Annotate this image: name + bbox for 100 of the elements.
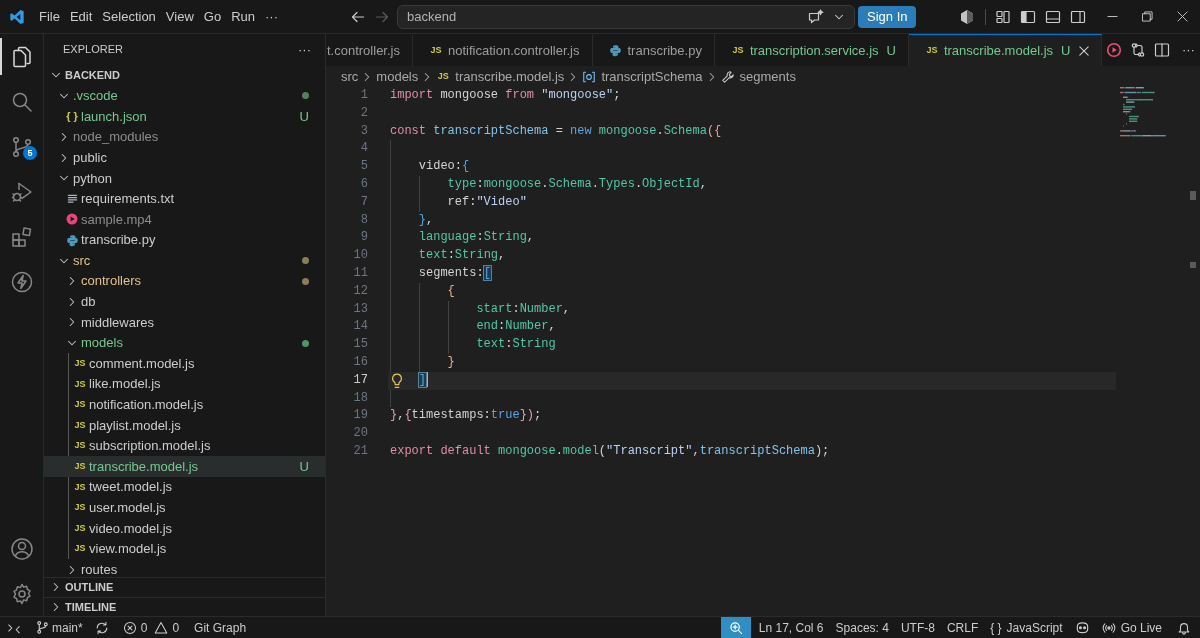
breadcrumb-item[interactable]: models bbox=[376, 66, 419, 87]
git-status-letter: U bbox=[886, 41, 896, 60]
menu-item[interactable]: Edit bbox=[64, 5, 98, 28]
editor-tab[interactable]: JS transcribe.model.js U bbox=[908, 34, 1103, 66]
tree-item[interactable]: video.model.js bbox=[89, 518, 173, 539]
git-status-letter: U bbox=[299, 107, 309, 126]
lightning-icon[interactable] bbox=[9, 269, 34, 294]
line-number: 3 bbox=[359, 122, 368, 140]
menu-item[interactable]: View bbox=[160, 5, 199, 28]
code-line: import mongoose from "mongoose"; bbox=[390, 88, 621, 102]
js-file-icon: JS bbox=[732, 46, 744, 55]
layout-icon[interactable] bbox=[994, 8, 1011, 25]
code-line: const transcriptSchema = new mongoose.Schema({ bbox=[390, 123, 722, 138]
menu-item[interactable]: File bbox=[34, 5, 65, 28]
branch-button[interactable]: main* bbox=[28, 617, 90, 638]
menu-item[interactable]: Go bbox=[198, 5, 227, 28]
close-icon[interactable] bbox=[1177, 11, 1188, 22]
line-number: 13 bbox=[352, 300, 368, 318]
panel-bottom-icon[interactable] bbox=[1044, 8, 1061, 25]
menu-item[interactable]: Run bbox=[226, 5, 260, 28]
code-line: text:String bbox=[476, 337, 556, 352]
lightbulb-icon[interactable] bbox=[391, 372, 403, 389]
sidebar-left-icon[interactable] bbox=[1019, 8, 1036, 25]
breadcrumb-item[interactable]: src bbox=[341, 66, 359, 87]
sync-icon[interactable] bbox=[94, 620, 109, 635]
editor-tab[interactable]: t.controller.js bbox=[326, 34, 413, 66]
line-number: 18 bbox=[352, 389, 368, 407]
restore-icon[interactable] bbox=[1142, 11, 1153, 22]
tree-item[interactable]: node_modules bbox=[73, 127, 159, 147]
chat-sparkle-icon[interactable] bbox=[808, 8, 824, 25]
tree-item[interactable]: public bbox=[73, 147, 107, 168]
line-number: 16 bbox=[352, 353, 368, 371]
breadcrumb-item[interactable]: JS transcribe.model.js bbox=[436, 66, 565, 87]
js-file-icon: JS bbox=[74, 359, 86, 369]
minimap-drawing bbox=[1120, 87, 1168, 138]
tree-item[interactable]: transcribe.model.js bbox=[89, 456, 199, 477]
text-cursor bbox=[426, 372, 428, 388]
tree-item[interactable]: routes bbox=[81, 559, 118, 577]
broadcast-icon bbox=[1101, 620, 1116, 635]
play-circle-icon[interactable] bbox=[1106, 42, 1123, 58]
tree-item[interactable]: controllers bbox=[81, 271, 141, 291]
tree-item[interactable]: view.model.js bbox=[89, 539, 167, 559]
code-line: { bbox=[447, 283, 455, 298]
menu-item[interactable]: ··· bbox=[260, 5, 283, 28]
menu-item[interactable]: Selection bbox=[97, 5, 161, 28]
bell-icon[interactable] bbox=[1177, 620, 1191, 635]
search-field[interactable]: backend bbox=[397, 4, 855, 29]
extensions-icon[interactable] bbox=[9, 224, 34, 249]
breadcrumb-item[interactable]: transcriptSchema bbox=[582, 66, 703, 87]
tree-item[interactable]: middlewares bbox=[81, 312, 154, 333]
line-number: 21 bbox=[352, 442, 368, 460]
tree-item[interactable]: transcribe.py bbox=[81, 230, 156, 250]
line-number: 6 bbox=[359, 176, 368, 193]
tree-item[interactable]: models bbox=[81, 333, 123, 353]
hexagon-icon[interactable] bbox=[959, 8, 975, 25]
go-live-button[interactable]: Go Live bbox=[1095, 617, 1168, 638]
git-compare-icon[interactable] bbox=[1130, 42, 1147, 58]
tree-item[interactable]: comment.model.js bbox=[89, 353, 195, 374]
line-number: 7 bbox=[359, 193, 368, 211]
tree-item[interactable]: like.model.js bbox=[89, 374, 161, 394]
tree-item[interactable]: requirements.txt bbox=[81, 189, 175, 209]
tree-item[interactable]: playlist.model.js bbox=[89, 415, 181, 436]
code-line: export default mongoose.model("Transcript",transcriptSchema); bbox=[390, 443, 830, 458]
line-number: 19 bbox=[352, 407, 368, 425]
more-actions-button[interactable]: ··· bbox=[1174, 40, 1200, 60]
js-file-icon: JS bbox=[74, 544, 86, 554]
status-bar-item[interactable]: Git Graph bbox=[188, 617, 253, 638]
js-file-icon: JS bbox=[74, 523, 86, 533]
tree-item[interactable]: src bbox=[73, 250, 91, 271]
problems-button[interactable]: 0 0 bbox=[113, 617, 189, 638]
breadcrumb-item[interactable]: segments bbox=[720, 66, 796, 87]
zoom-in-icon bbox=[728, 620, 743, 635]
language-mode-button[interactable]: { } JavaScript bbox=[984, 617, 1069, 638]
tree-item[interactable]: notification.model.js bbox=[89, 395, 204, 415]
tree-item[interactable]: launch.json bbox=[81, 106, 147, 127]
sign-in-button[interactable]: Sign In bbox=[858, 5, 917, 28]
sidebar-right-icon[interactable] bbox=[1069, 8, 1086, 25]
account-icon[interactable] bbox=[9, 536, 34, 561]
tree-item[interactable]: sample.mp4 bbox=[81, 209, 152, 230]
tree-item[interactable]: tweet.model.js bbox=[89, 477, 173, 497]
robot-face-icon[interactable] bbox=[1074, 620, 1090, 635]
status-bar-item[interactable]: Ln 17, Col 6 bbox=[752, 617, 830, 638]
tree-item[interactable]: subscription.model.js bbox=[89, 436, 211, 456]
more-actions-button[interactable]: ··· bbox=[298, 43, 311, 56]
section-header[interactable]: OUTLINE bbox=[44, 577, 325, 597]
status-bar-item[interactable]: UTF-8 bbox=[894, 617, 941, 638]
close-icon[interactable] bbox=[1079, 45, 1090, 56]
code-line: language:String, bbox=[418, 230, 535, 245]
tree-item[interactable]: python bbox=[73, 168, 113, 188]
status-bar-item[interactable]: CRLF bbox=[940, 617, 985, 638]
tree-item[interactable]: user.model.js bbox=[89, 498, 166, 518]
workspace-root-label[interactable]: BACKEND bbox=[65, 67, 120, 84]
js-file-icon: JS bbox=[74, 462, 86, 472]
tree-item[interactable]: db bbox=[81, 292, 96, 312]
status-bar-item[interactable]: Spaces: 4 bbox=[829, 617, 895, 638]
zoom-button[interactable] bbox=[720, 617, 751, 638]
tree-item[interactable]: .vscode bbox=[73, 86, 118, 106]
js-file-icon: JS bbox=[437, 72, 449, 81]
code-line: } bbox=[447, 354, 455, 369]
split-editor-icon[interactable] bbox=[1154, 42, 1171, 58]
